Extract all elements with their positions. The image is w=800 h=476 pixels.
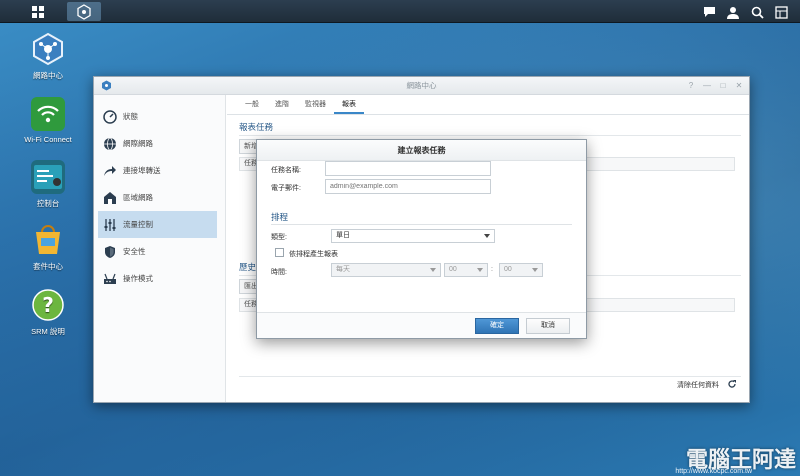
traffic-control-icon <box>102 217 118 233</box>
sidebar-item-label: 區域網路 <box>123 193 153 202</box>
content-footer: 清除任何資料 <box>239 376 741 392</box>
sidebar-item-internet[interactable]: 網際網路 <box>94 130 225 157</box>
sidebar-item-label: 狀態 <box>123 112 138 121</box>
widgets-button[interactable] <box>772 3 790 21</box>
time-day-value: 每天 <box>336 266 350 273</box>
chevron-down-icon <box>477 268 483 272</box>
grid-icon <box>32 5 44 18</box>
sidebar: 狀態 網際網路 連接埠轉送 區域網路 流量控制 安全性 操作模式 <box>94 95 226 402</box>
desktop-icon-label: 網路中心 <box>33 71 63 80</box>
close-icon[interactable]: ✕ <box>733 77 745 95</box>
chevron-down-icon <box>484 234 490 238</box>
tab-monitor[interactable]: 監視器 <box>297 95 334 114</box>
task-name-input[interactable] <box>325 161 491 176</box>
type-label: 類型: <box>271 234 287 241</box>
create-report-task-dialog: 建立報表任務 任務名稱: 電子郵件: 排程 類型: 單日 依排程產生報表 時間:… <box>256 139 587 339</box>
sidebar-item-status[interactable]: 狀態 <box>94 103 225 130</box>
schedule-section-heading: 排程 <box>271 212 289 222</box>
taskbar-network-center-button[interactable] <box>67 2 101 21</box>
desktop-icon-wifi-connect[interactable]: Wi-Fi Connect <box>8 97 88 144</box>
search-button[interactable] <box>748 3 766 21</box>
local-network-icon <box>102 190 118 206</box>
help-question-icon[interactable]: ? <box>685 77 697 95</box>
tab-advanced[interactable]: 進階 <box>267 95 297 114</box>
minimize-icon[interactable]: — <box>701 77 713 95</box>
sidebar-item-operation-mode[interactable]: 操作模式 <box>94 265 225 292</box>
type-select-value: 單日 <box>336 232 350 239</box>
sidebar-item-security[interactable]: 安全性 <box>94 238 225 265</box>
chat-bubble-icon <box>703 7 715 17</box>
maximize-icon[interactable]: □ <box>717 77 729 95</box>
sidebar-item-label: 網際網路 <box>123 139 153 148</box>
security-shield-icon <box>102 244 118 260</box>
desktop-icon-package-center[interactable]: 套件中心 <box>8 223 88 272</box>
wifi-icon <box>31 97 65 131</box>
time-hour-select[interactable]: 00 <box>444 263 488 277</box>
time-separator: : <box>491 266 493 273</box>
main-menu-button[interactable] <box>28 2 48 21</box>
chevron-down-icon <box>532 268 538 272</box>
operation-mode-icon <box>102 271 118 287</box>
desktop-icon-control-panel[interactable]: 控制台 <box>8 160 88 209</box>
tab-bar: 一般 進階 監視器 報表 <box>227 95 749 115</box>
search-icon <box>751 6 764 19</box>
time-day-select[interactable]: 每天 <box>331 263 441 277</box>
desktop-icon-label: Wi-Fi Connect <box>24 135 72 144</box>
control-panel-icon <box>31 160 65 194</box>
sidebar-item-label: 操作模式 <box>123 274 153 283</box>
time-minute-value: 00 <box>504 266 512 273</box>
schedule-checkbox-label: 依排程產生報表 <box>289 251 338 258</box>
help-icon: ? <box>31 288 65 322</box>
schedule-checkbox[interactable] <box>275 248 284 257</box>
widgets-icon <box>774 5 788 19</box>
time-minute-select[interactable]: 00 <box>499 263 543 277</box>
time-hour-value: 00 <box>449 266 457 273</box>
notification-button[interactable] <box>700 3 718 21</box>
network-center-icon <box>31 32 65 66</box>
desktop-icon-label: SRM 說明 <box>31 327 65 336</box>
tab-report[interactable]: 報表 <box>334 95 364 114</box>
sidebar-item-local-network[interactable]: 區域網路 <box>94 184 225 211</box>
sidebar-item-traffic-control[interactable]: 流量控制 <box>98 211 217 238</box>
sidebar-item-label: 安全性 <box>123 247 146 256</box>
desktop-icon-network-center[interactable]: 網路中心 <box>8 32 88 81</box>
package-center-icon <box>31 223 65 257</box>
sidebar-item-port-forwarding[interactable]: 連接埠轉送 <box>94 157 225 184</box>
clear-data-link[interactable]: 清除任何資料 <box>677 380 719 390</box>
taskbar <box>0 0 800 23</box>
type-select[interactable]: 單日 <box>331 229 495 243</box>
divider <box>239 135 741 136</box>
tab-general[interactable]: 一般 <box>237 95 267 114</box>
status-gauge-icon <box>102 109 118 125</box>
desktop-icon-label: 控制台 <box>36 199 60 208</box>
divider <box>271 224 572 225</box>
cancel-button[interactable]: 取消 <box>526 318 570 334</box>
watermark-url: http://www.kocpc.com.tw <box>675 468 752 475</box>
time-label: 時間: <box>271 269 287 276</box>
svg-text:?: ? <box>42 293 54 317</box>
section-history-heading: 歷史 <box>239 262 257 272</box>
window-titlebar[interactable]: 網路中心 ? — □ ✕ <box>94 77 749 95</box>
refresh-icon[interactable] <box>727 379 737 391</box>
chevron-down-icon <box>430 268 436 272</box>
sidebar-item-label: 連接埠轉送 <box>123 166 161 175</box>
user-icon <box>727 6 739 19</box>
desktop-icon-srm-help[interactable]: ? SRM 說明 <box>8 288 88 337</box>
dialog-title: 建立報表任務 <box>257 140 586 161</box>
port-forward-arrow-icon <box>102 163 118 179</box>
task-name-label: 任務名稱: <box>271 167 301 174</box>
section-report-task-heading: 報表任務 <box>239 122 274 132</box>
user-button[interactable] <box>724 3 742 21</box>
ok-button[interactable]: 確定 <box>475 318 519 334</box>
email-input[interactable] <box>325 179 491 194</box>
dialog-footer: 確定 取消 <box>257 312 586 338</box>
desktop-icon-label: 套件中心 <box>33 262 63 271</box>
window-title: 網路中心 <box>406 81 437 90</box>
email-label: 電子郵件: <box>271 185 301 192</box>
internet-globe-icon <box>102 136 118 152</box>
sidebar-item-label: 流量控制 <box>123 220 153 229</box>
network-center-icon <box>77 3 91 20</box>
